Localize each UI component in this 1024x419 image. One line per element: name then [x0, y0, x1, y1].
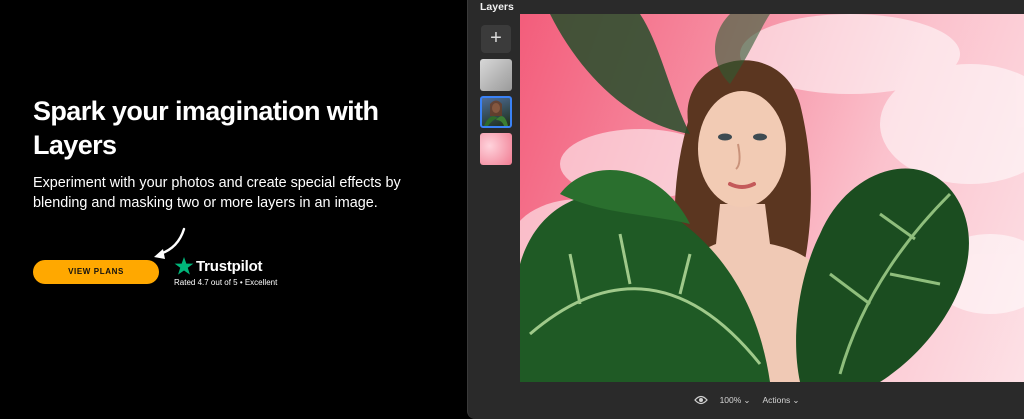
chevron-down-icon: ⌄ — [792, 394, 800, 405]
portrait-thumbnail-icon — [484, 100, 508, 126]
layer-thumbnail-3[interactable] — [480, 133, 512, 165]
canvas-image[interactable] — [520, 14, 1024, 382]
portrait-with-leaves-image — [520, 14, 1024, 382]
hero-description: Experiment with your photos and create s… — [33, 175, 401, 211]
editor-bottom-bar: 100% ⌄ Actions ⌄ — [468, 388, 1024, 412]
view-plans-button[interactable]: VIEW PLANS — [33, 260, 159, 284]
eye-icon[interactable] — [693, 395, 708, 405]
chevron-down-icon: ⌄ — [743, 394, 751, 405]
actions-label: Actions — [762, 395, 791, 405]
trustpilot-badge[interactable]: Trustpilot Rated 4.7 out of 5 • Excellen… — [174, 257, 277, 287]
actions-dropdown[interactable]: Actions ⌄ — [762, 395, 799, 406]
layer-thumbnail-2[interactable] — [480, 96, 512, 128]
trustpilot-rating: Rated 4.7 out of 5 • Excellent — [174, 278, 278, 287]
add-layer-button[interactable]: + — [481, 25, 511, 53]
zoom-dropdown[interactable]: 100% ⌄ — [720, 395, 751, 406]
trustpilot-star-icon — [174, 257, 194, 275]
layers-panel-title: Layers — [480, 1, 514, 13]
trustpilot-wordmark: Trustpilot — [196, 257, 263, 275]
layer-thumbnail-1[interactable] — [480, 59, 512, 91]
editor-panel: Layers + 100% ⌄ Actions ⌄ — [467, 0, 1024, 419]
hero-title: Spark your imagination with Layers — [33, 96, 379, 160]
zoom-level: 100% — [719, 395, 742, 405]
